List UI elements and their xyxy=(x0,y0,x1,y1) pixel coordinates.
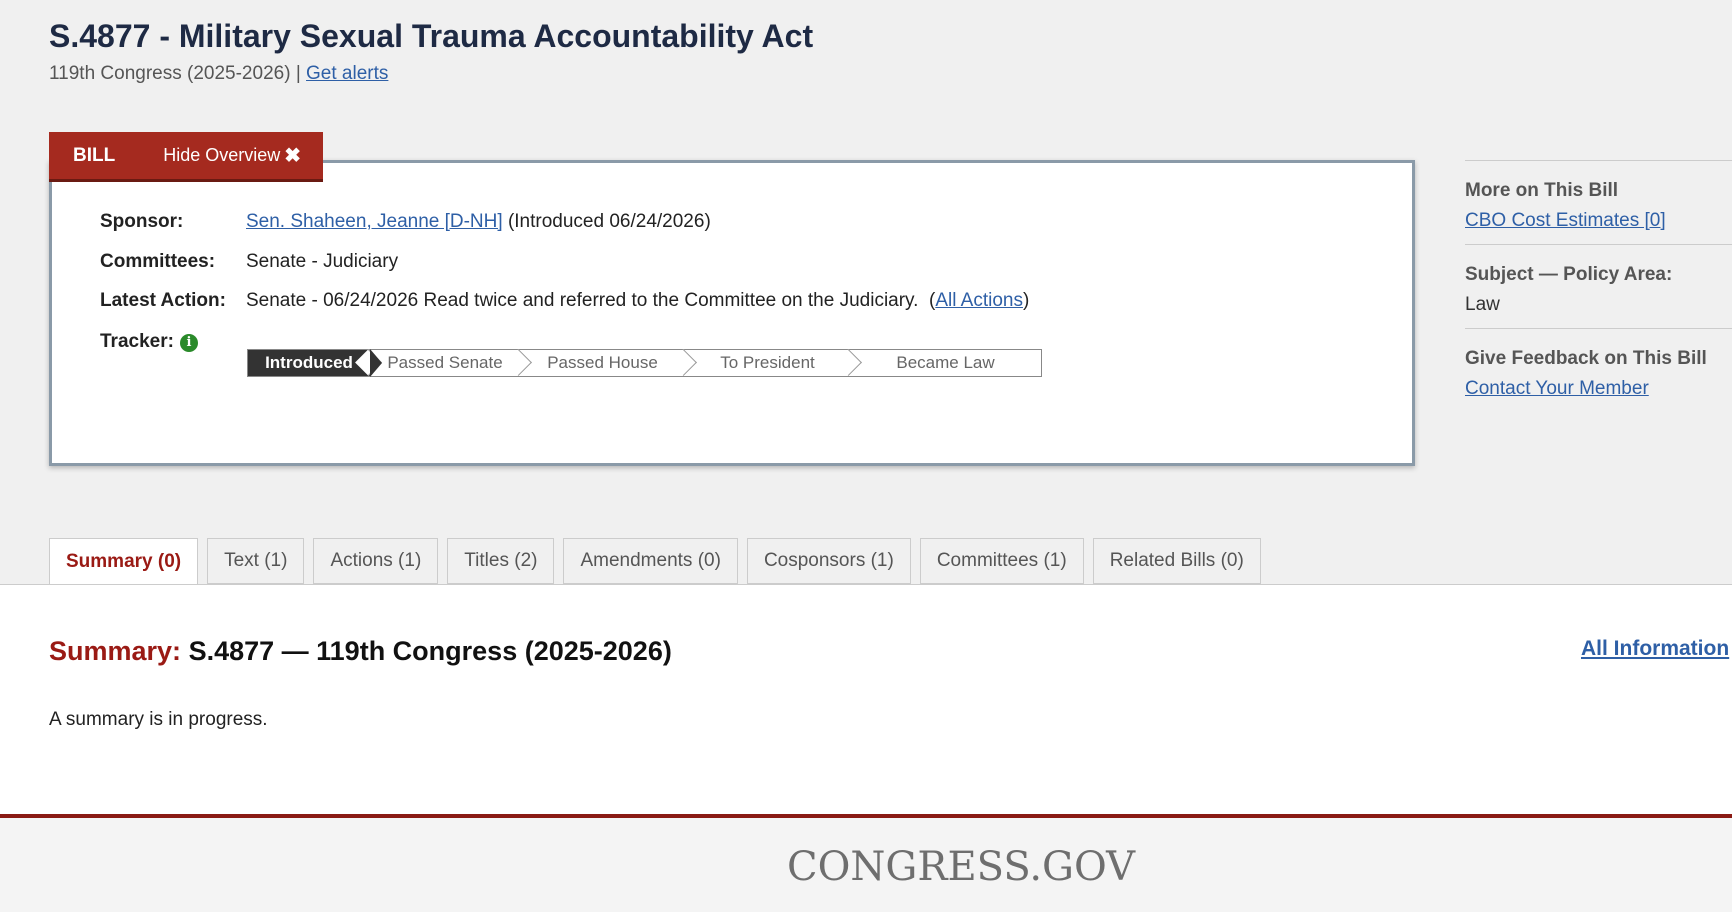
all-information-link[interactable]: All Information xyxy=(1581,637,1729,661)
sponsor-value: Sen. Shaheen, Jeanne [D-NH] (Introduced … xyxy=(246,211,711,233)
policy-area-heading: Subject — Policy Area: xyxy=(1465,264,1673,285)
hide-overview-button[interactable]: Hide Overview ✖ xyxy=(163,143,301,168)
tab-titles[interactable]: Titles (2) xyxy=(447,538,555,584)
tracker-step-passed-senate: Passed Senate xyxy=(387,353,503,372)
bill-tracker: Introduced Passed Senate Passed House To… xyxy=(247,349,1042,377)
tracker-step-introduced: Introduced xyxy=(248,349,382,377)
tab-text[interactable]: Text (1) xyxy=(207,538,305,584)
tab-cosponsors[interactable]: Cosponsors (1) xyxy=(746,538,911,584)
tracker-step-to-president: To President xyxy=(720,353,815,372)
tab-amendments[interactable]: Amendments (0) xyxy=(563,538,738,584)
feedback-heading: Give Feedback on This Bill xyxy=(1465,348,1707,369)
tracker-label-wrap: Tracker: i xyxy=(100,331,198,353)
latest-action-label: Latest Action: xyxy=(100,290,226,311)
all-actions-link[interactable]: All Actions xyxy=(935,290,1023,311)
latest-action-value: Senate - 06/24/2026 Read twice and refer… xyxy=(246,290,1029,312)
committees-value: Senate - Judiciary xyxy=(246,251,399,272)
summary-panel: Summary: S.4877 — 119th Congress (2025-2… xyxy=(0,584,1732,815)
summary-heading-text: S.4877 — 119th Congress (2025-2026) xyxy=(188,636,672,666)
footer: CONGRESS.GOV xyxy=(0,814,1732,912)
more-on-bill-heading: More on This Bill xyxy=(1465,180,1619,201)
summary-heading-prefix: Summary: xyxy=(49,636,182,666)
bill-overview-panel: Sponsor: Sen. Shaheen, Jeanne [D-NH] (In… xyxy=(49,160,1415,466)
tracker-step-passed-house: Passed House xyxy=(547,353,658,372)
summary-heading: Summary: S.4877 — 119th Congress (2025-2… xyxy=(49,636,672,667)
sponsor-intro-date: (Introduced 06/24/2026) xyxy=(507,211,711,232)
bill-tabs: Summary (0) Text (1) Actions (1) Titles … xyxy=(49,538,1270,585)
info-icon[interactable]: i xyxy=(179,334,198,352)
tracker-step-became-law: Became Law xyxy=(896,353,995,372)
tab-summary[interactable]: Summary (0) xyxy=(49,538,199,585)
sponsor-label: Sponsor: xyxy=(100,211,184,232)
paren-close: ) xyxy=(1022,290,1030,311)
policy-area-value: Law xyxy=(1465,294,1500,315)
congress-line: 119th Congress (2025-2026) | Get alerts xyxy=(49,63,388,85)
tracker-label: Tracker: xyxy=(100,331,174,352)
bill-header-area: S.4877 - Military Sexual Trauma Accounta… xyxy=(0,0,1732,585)
tab-related-bills[interactable]: Related Bills (0) xyxy=(1092,538,1261,584)
feedback-section: Give Feedback on This Bill Contact Your … xyxy=(1465,328,1732,412)
bill-sidebar: More on This Bill CBO Cost Estimates [0]… xyxy=(1465,160,1732,412)
summary-text: A summary is in progress. xyxy=(49,709,268,730)
contact-member-link[interactable]: Contact Your Member xyxy=(1465,378,1649,399)
bill-overview-tab: BILL Hide Overview ✖ xyxy=(49,132,323,182)
policy-area-section: Subject — Policy Area: Law xyxy=(1465,244,1732,328)
page-title: S.4877 - Military Sexual Trauma Accounta… xyxy=(49,18,814,54)
committees-label: Committees: xyxy=(100,251,216,272)
hide-overview-label: Hide Overview xyxy=(163,145,281,165)
congress-session: 119th Congress (2025-2026) xyxy=(49,63,291,84)
sponsor-link[interactable]: Sen. Shaheen, Jeanne [D-NH] xyxy=(246,211,503,232)
tab-committees[interactable]: Committees (1) xyxy=(919,538,1084,584)
cbo-cost-estimates-link[interactable]: CBO Cost Estimates [0] xyxy=(1465,210,1666,231)
bill-label: BILL xyxy=(73,144,116,166)
tab-actions[interactable]: Actions (1) xyxy=(313,538,439,584)
separator: | xyxy=(295,63,301,84)
congress-gov-logo[interactable]: CONGRESS.GOV xyxy=(787,844,1135,890)
close-icon: ✖ xyxy=(284,145,302,167)
latest-action-text: Senate - 06/24/2026 Read twice and refer… xyxy=(246,290,919,311)
more-on-bill-section: More on This Bill CBO Cost Estimates [0] xyxy=(1465,160,1732,244)
get-alerts-link[interactable]: Get alerts xyxy=(306,63,388,84)
